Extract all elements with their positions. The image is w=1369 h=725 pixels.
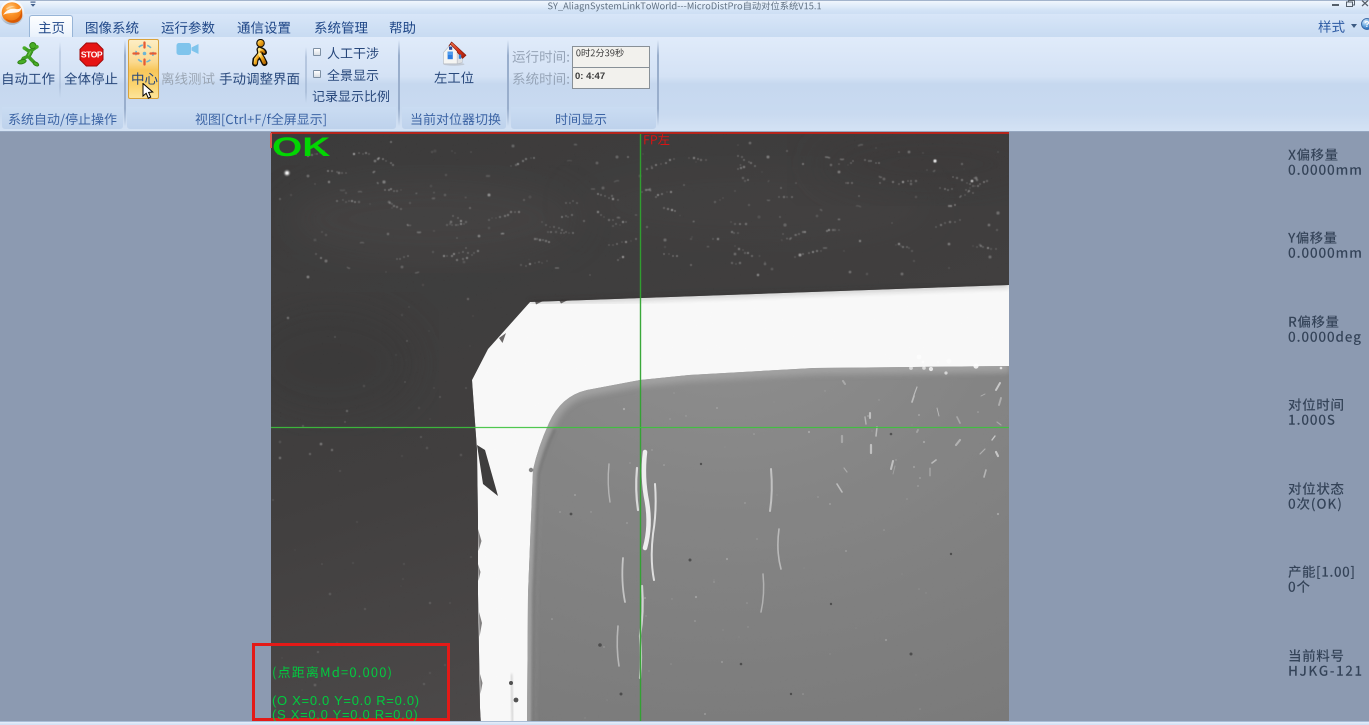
- svg-text:?: ?: [1364, 19, 1369, 29]
- svg-text:STOP: STOP: [81, 49, 103, 59]
